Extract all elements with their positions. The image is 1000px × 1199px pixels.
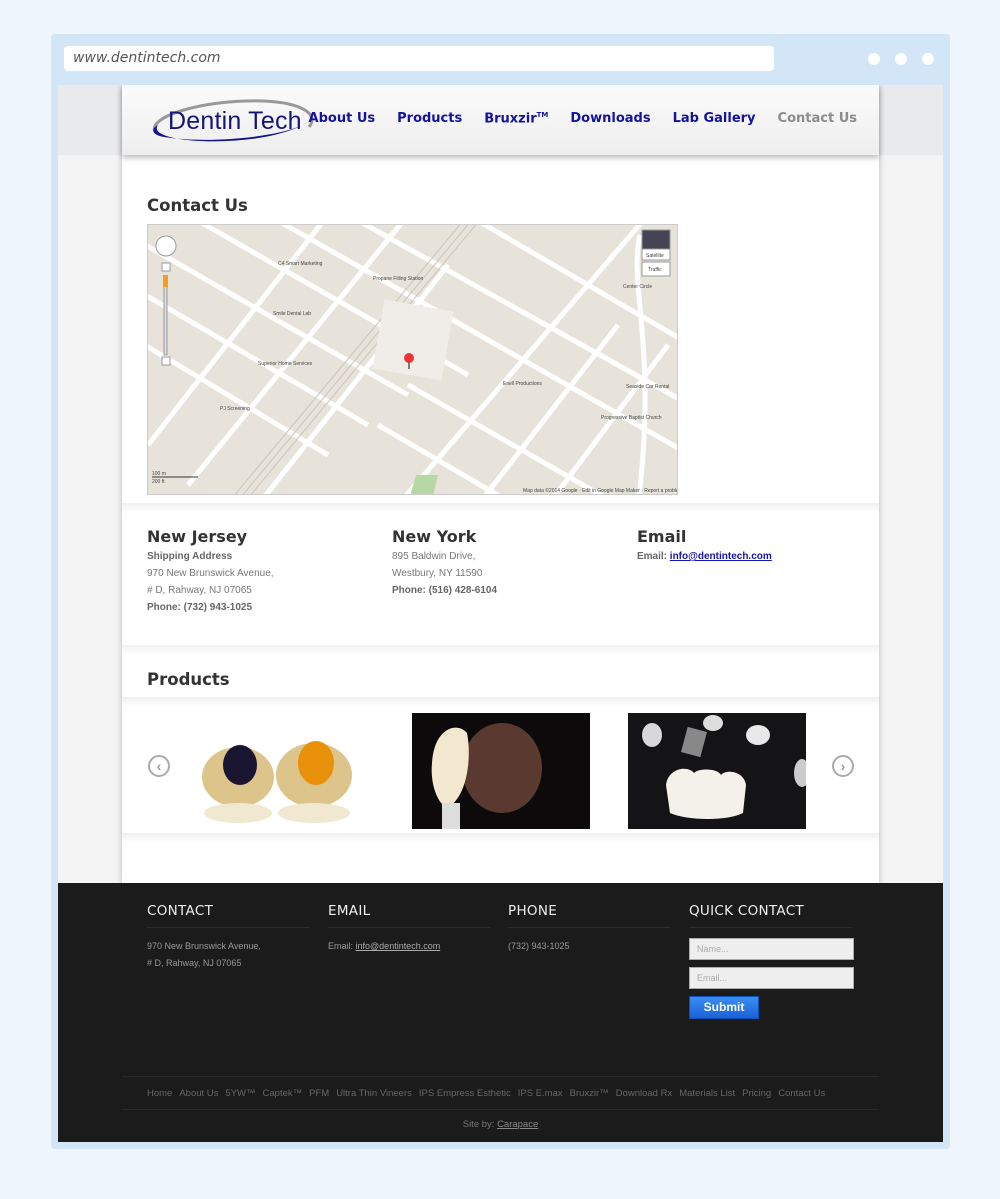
footer-link[interactable]: IPS E.max — [518, 1088, 563, 1099]
product-image-veneer[interactable] — [412, 713, 590, 829]
nav-bruxzir[interactable]: BruxzirTM — [484, 111, 548, 126]
footer-link[interactable]: 5YW™ — [225, 1088, 255, 1099]
quick-contact-email-input[interactable]: Email... — [689, 967, 854, 989]
location-email: Email Email: info@dentintech.com — [637, 527, 772, 562]
site-credit: Site by: Carapace — [462, 1119, 539, 1130]
svg-text:C4 Smart Marketing: C4 Smart Marketing — [278, 261, 323, 267]
carousel-next-button[interactable]: › — [832, 755, 854, 777]
window-dot-1[interactable] — [868, 53, 880, 65]
footer-email: EMAIL Email: info@dentintech.com — [328, 903, 491, 955]
url-bar[interactable]: www.dentintech.com — [64, 46, 774, 71]
quick-contact-submit-button[interactable]: Submit — [689, 996, 759, 1019]
nav-contact-us[interactable]: Contact Us — [778, 111, 857, 126]
logo-text: Dentin Tech — [168, 107, 302, 135]
svg-text:Center Circle: Center Circle — [623, 284, 652, 290]
carousel-prev-button[interactable]: ‹ — [148, 755, 170, 777]
footer-link[interactable]: PFM — [309, 1088, 329, 1099]
browser-window: www.dentintech.com Dentin Tech About Us … — [51, 34, 950, 1149]
page-title: Contact Us — [147, 196, 248, 215]
products-title: Products — [147, 670, 230, 689]
main-nav: About Us Products BruxzirTM Downloads La… — [309, 111, 857, 126]
svg-text:Propane Filling Station: Propane Filling Station — [373, 276, 424, 282]
zirconia-image — [628, 713, 810, 829]
footer-link[interactable]: Ultra Thin Vineers — [336, 1088, 412, 1099]
map-streets: Satellite Traffic Map data ©2014 Google … — [148, 225, 678, 494]
footer-link[interactable]: Materials List — [679, 1088, 735, 1099]
site-footer: CONTACT 970 New Brunswick Avenue, # D, R… — [58, 883, 943, 1142]
location-new-york: New York 895 Baldwin Drive, Westbury, NY… — [392, 527, 498, 596]
svg-text:100 m: 100 m — [152, 471, 166, 477]
footer-email-link[interactable]: info@dentintech.com — [356, 941, 441, 951]
product-image-zirconia[interactable] — [628, 713, 810, 829]
footer-link[interactable]: Pricing — [742, 1088, 771, 1099]
footer-link[interactable]: Contact Us — [778, 1088, 825, 1099]
svg-text:Seaside Car Rental: Seaside Car Rental — [626, 384, 669, 390]
footer-link[interactable]: About Us — [179, 1088, 218, 1099]
svg-text:Map data ©2014 Google · Edit i: Map data ©2014 Google · Edit in Google M… — [523, 487, 678, 494]
quick-contact-name-input[interactable]: Name... — [689, 938, 854, 960]
footer-link[interactable]: Home — [147, 1088, 172, 1099]
gold-crowns-image — [190, 713, 368, 829]
window-controls — [868, 53, 934, 65]
svg-text:Progressive Baptist Church: Progressive Baptist Church — [601, 415, 662, 421]
nav-products[interactable]: Products — [397, 111, 462, 126]
window-dot-3[interactable] — [922, 53, 934, 65]
footer-link[interactable]: IPS Empress Esthetic — [419, 1088, 511, 1099]
nav-lab-gallery[interactable]: Lab Gallery — [673, 111, 756, 126]
email-link[interactable]: info@dentintech.com — [670, 551, 772, 562]
page-viewport: Dentin Tech About Us Products BruxzirTM … — [58, 85, 943, 1142]
window-dot-2[interactable] — [895, 53, 907, 65]
carapace-link[interactable]: Carapace — [497, 1119, 538, 1130]
footer-link[interactable]: Download Rx — [616, 1088, 673, 1099]
map-traffic-button: Traffic — [648, 267, 662, 273]
footer-quick-contact: QUICK CONTACT Name... Email... Submit — [689, 903, 854, 1019]
site-header: Dentin Tech About Us Products BruxzirTM … — [122, 85, 879, 155]
google-map[interactable]: Satellite Traffic Map data ©2014 Google … — [147, 224, 678, 495]
footer-link[interactable]: Captek™ — [263, 1088, 303, 1099]
footer-links: Home About Us 5YW™ Captek™ PFM Ultra Thi… — [122, 1076, 879, 1110]
nav-downloads[interactable]: Downloads — [570, 111, 650, 126]
svg-text:200 ft: 200 ft — [152, 479, 165, 485]
location-new-jersey: New Jersey Shipping Address 970 New Brun… — [147, 527, 274, 613]
nav-about-us[interactable]: About Us — [309, 111, 376, 126]
footer-contact: CONTACT 970 New Brunswick Avenue, # D, R… — [147, 903, 310, 972]
svg-text:PJ Screening: PJ Screening — [220, 406, 250, 412]
map-satellite-button: Satellite — [646, 253, 664, 259]
veneer-image — [412, 713, 590, 829]
svg-text:Smile Dental Lab: Smile Dental Lab — [273, 311, 311, 317]
product-image-gold-crowns[interactable] — [190, 713, 368, 829]
svg-text:Enell Productions: Enell Productions — [503, 381, 542, 387]
footer-link[interactable]: Bruxzir™ — [570, 1088, 609, 1099]
logo[interactable]: Dentin Tech — [144, 95, 316, 145]
footer-phone: PHONE (732) 943-1025 — [508, 903, 671, 955]
svg-text:Superior Home Services: Superior Home Services — [258, 361, 313, 367]
